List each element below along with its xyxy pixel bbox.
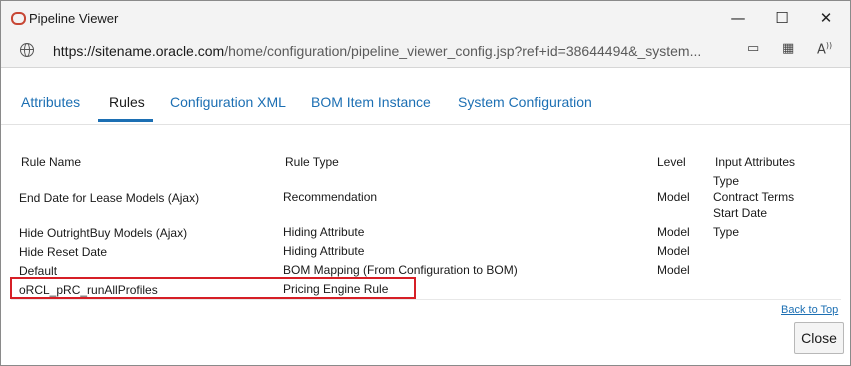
- tab-rules[interactable]: Rules: [109, 94, 145, 110]
- extensions-icon[interactable]: ▦: [782, 41, 794, 56]
- url-path: /home/configuration/pipeline_viewer_conf…: [224, 43, 702, 59]
- row-1-rule-name: End Date for Lease Models (Ajax): [19, 191, 200, 205]
- tab-attributes[interactable]: Attributes: [21, 94, 80, 110]
- row-4-rule-type: BOM Mapping (From Configuration to BOM): [283, 263, 518, 277]
- close-button[interactable]: Close: [794, 322, 844, 354]
- header-level: Level: [657, 155, 686, 169]
- highlight-box: [10, 277, 416, 299]
- active-tab-indicator: [98, 119, 153, 122]
- tab-system-configuration[interactable]: System Configuration: [458, 94, 592, 110]
- header-input-attributes: Input Attributes: [715, 155, 796, 169]
- url-host: https://sitename.oracle.com: [53, 43, 225, 59]
- globe-icon: [20, 43, 34, 57]
- row-3-level: Model: [657, 244, 690, 258]
- title-bar: Pipeline Viewer — ☐ ✕: [1, 1, 850, 35]
- row-1-rule-type: Recommendation: [283, 190, 378, 204]
- header-rule-type: Rule Type: [285, 155, 339, 169]
- row-3-rule-type: Hiding Attribute: [283, 244, 365, 258]
- pipeline-viewer-window: Pipeline Viewer — ☐ ✕ https://sitename.o…: [0, 0, 851, 366]
- read-aloud-icon[interactable]: A)): [817, 41, 832, 57]
- window-title: Pipeline Viewer: [29, 11, 119, 26]
- row-1-input-3: Start Date: [713, 206, 768, 220]
- row-2-rule-name: Hide OutrightBuy Models (Ajax): [19, 226, 188, 240]
- row-3-rule-name: Hide Reset Date: [19, 245, 108, 259]
- header-rule-name: Rule Name: [21, 155, 82, 169]
- tab-configuration-xml[interactable]: Configuration XML: [170, 94, 286, 110]
- row-1-input-1: Type: [713, 174, 740, 188]
- row-4-rule-name: Default: [19, 264, 58, 278]
- maximize-button[interactable]: ☐: [759, 5, 805, 31]
- row-2-input-1: Type: [713, 225, 740, 239]
- tab-bom-item-instance[interactable]: BOM Item Instance: [311, 94, 431, 110]
- row-1-level: Model: [657, 190, 690, 204]
- table-divider: [11, 299, 841, 300]
- url-text[interactable]: https://sitename.oracle.com/home/configu…: [53, 43, 701, 59]
- minimize-button[interactable]: —: [715, 5, 761, 31]
- open-in-app-icon[interactable]: ▭: [747, 41, 759, 56]
- row-2-level: Model: [657, 225, 690, 239]
- oracle-logo-icon: [11, 12, 26, 25]
- back-to-top-link[interactable]: Back to Top: [781, 304, 838, 316]
- row-2-rule-type: Hiding Attribute: [283, 225, 365, 239]
- row-4-level: Model: [657, 263, 690, 277]
- close-window-button[interactable]: ✕: [803, 5, 849, 31]
- row-1-input-2: Contract Terms: [713, 190, 795, 204]
